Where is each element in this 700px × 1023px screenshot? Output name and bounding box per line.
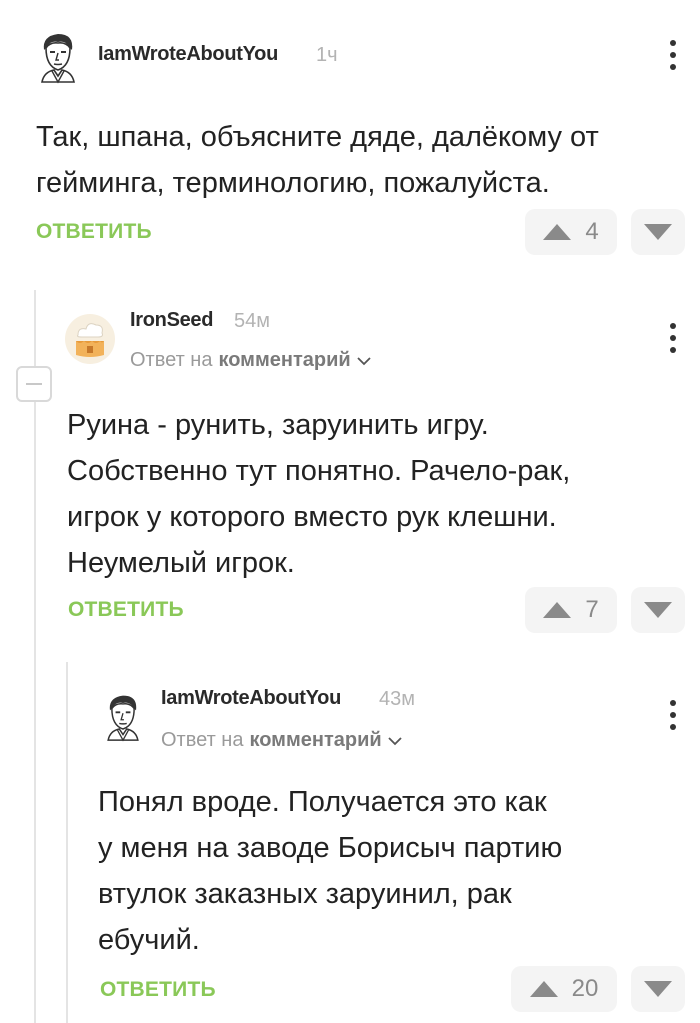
reply-to-link[interactable]: Ответ на комментарий bbox=[161, 729, 402, 752]
avatar[interactable] bbox=[64, 313, 116, 365]
comment-line: ебучий. bbox=[98, 924, 200, 956]
reply-button[interactable]: ОТВЕТИТЬ bbox=[100, 978, 216, 1002]
comment-line: Неумелый игрок. bbox=[67, 547, 295, 579]
triangle-up-icon bbox=[543, 602, 572, 618]
avatar[interactable] bbox=[97, 690, 149, 742]
triangle-down-icon bbox=[644, 981, 672, 997]
comment-line: гейминга, терминологию, пожалуйста. bbox=[36, 167, 550, 199]
comment-line: Руина - рунить, заруинить игру. bbox=[67, 409, 489, 441]
downvote-button[interactable] bbox=[631, 966, 685, 1012]
comment-line: у меня на заводе Борисыч партию bbox=[98, 832, 563, 864]
triangle-up-icon bbox=[529, 981, 558, 997]
reply-to-prefix: Ответ на bbox=[130, 349, 213, 371]
username[interactable]: IamWroteAboutYou bbox=[161, 687, 341, 710]
username[interactable]: IamWroteAboutYou bbox=[98, 43, 278, 66]
man-portrait-avatar-icon bbox=[107, 695, 139, 742]
triangle-down-icon bbox=[644, 602, 672, 618]
more-options-icon[interactable] bbox=[668, 40, 678, 70]
comment-text: Руина - рунить, заруинить игру. Собствен… bbox=[67, 402, 570, 586]
downvote-button[interactable] bbox=[631, 587, 685, 633]
comment-time: 1ч bbox=[316, 44, 338, 66]
upvote-button[interactable]: 20 bbox=[511, 966, 617, 1012]
upvote-button[interactable]: 4 bbox=[525, 209, 617, 255]
minus-icon bbox=[26, 383, 42, 385]
comment-line: Понял вроде. Получается это как bbox=[98, 786, 547, 818]
chevron-down-icon bbox=[388, 736, 402, 745]
more-options-icon[interactable] bbox=[668, 700, 678, 730]
comment-line: Так, шпана, объясните дяде, далёкому от bbox=[36, 121, 599, 153]
reply-button[interactable]: ОТВЕТИТЬ bbox=[68, 598, 184, 622]
reply-to-link[interactable]: Ответ на комментарий bbox=[130, 349, 371, 372]
chevron-down-icon bbox=[357, 356, 371, 365]
reply-to-target[interactable]: комментарий bbox=[249, 729, 381, 752]
reply-to-target[interactable]: комментарий bbox=[218, 349, 350, 372]
man-portrait-avatar-icon bbox=[41, 34, 75, 84]
comment-line: втулок заказных заруинил, рак bbox=[98, 878, 512, 910]
comment-line: игрок у которого вместо рук клешни. bbox=[67, 501, 557, 533]
triangle-up-icon bbox=[543, 224, 572, 240]
vote-count: 20 bbox=[571, 975, 599, 1002]
thread-line bbox=[66, 662, 68, 1023]
reply-button[interactable]: ОТВЕТИТЬ bbox=[36, 220, 152, 244]
avatar[interactable] bbox=[30, 28, 86, 84]
collapse-thread-button[interactable] bbox=[16, 366, 52, 402]
comment-text: Понял вроде. Получается это как у меня н… bbox=[98, 779, 562, 963]
comment-text: Так, шпана, объясните дяде, далёкому от … bbox=[36, 114, 599, 206]
cake-avatar-icon bbox=[65, 314, 115, 364]
reply-to-prefix: Ответ на bbox=[161, 729, 244, 751]
triangle-down-icon bbox=[644, 224, 672, 240]
vote-count: 4 bbox=[585, 218, 599, 245]
upvote-button[interactable]: 7 bbox=[525, 587, 617, 633]
username[interactable]: IronSeed bbox=[130, 309, 213, 332]
comment-line: Собственно тут понятно. Рачело-рак, bbox=[67, 455, 571, 487]
comment-time: 54м bbox=[234, 310, 270, 332]
comment-time: 43м bbox=[379, 688, 415, 710]
more-options-icon[interactable] bbox=[668, 323, 678, 353]
downvote-button[interactable] bbox=[631, 209, 685, 255]
vote-count: 7 bbox=[585, 596, 599, 623]
